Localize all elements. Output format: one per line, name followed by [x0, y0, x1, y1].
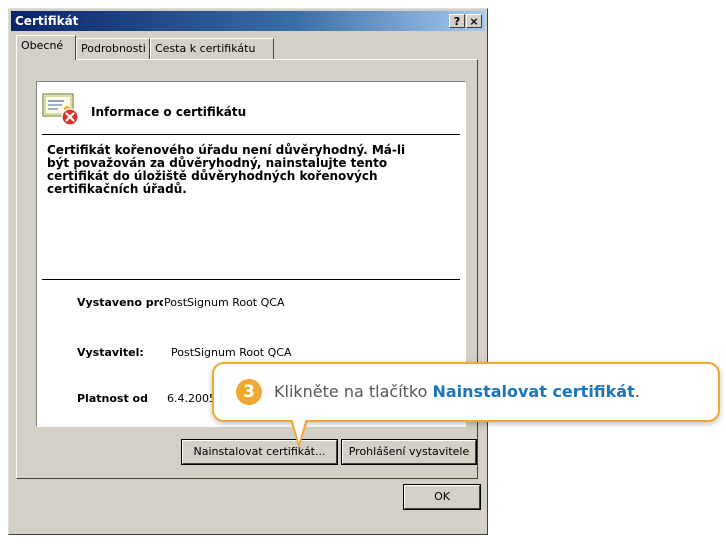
- divider-top: [42, 134, 460, 135]
- tab-details[interactable]: Podrobnosti: [76, 38, 150, 59]
- callout-text-after: .: [634, 382, 640, 401]
- window-title: Certifikát: [15, 14, 79, 28]
- title-bar[interactable]: Certifikát ? ×: [11, 11, 485, 31]
- trust-warning-text: Certifikát kořenového úřadu není důvěryh…: [47, 143, 406, 196]
- install-certificate-button[interactable]: Nainstalovat certifikát...: [181, 439, 338, 465]
- callout-instruction: Klikněte na tlačítko Nainstalovat certif…: [274, 382, 640, 401]
- issuer-statement-button[interactable]: Prohlášení vystavitele: [341, 439, 477, 465]
- ok-button[interactable]: OK: [403, 484, 481, 510]
- valid-from-label: Platnost od: [77, 392, 148, 405]
- close-button[interactable]: ×: [466, 14, 482, 28]
- issuer-value: PostSignum Root QCA: [171, 346, 292, 359]
- tab-general[interactable]: Obecné: [16, 35, 76, 60]
- divider-middle: [42, 279, 460, 280]
- callout-pointer-fill: [292, 418, 306, 443]
- issued-to-value: PostSignum Root QCA: [164, 296, 285, 309]
- valid-from-value: 6.4.2005: [167, 392, 216, 405]
- certificate-error-icon: [42, 93, 79, 126]
- step-number-badge: 3: [236, 379, 262, 405]
- help-button[interactable]: ?: [449, 14, 465, 28]
- tutorial-callout: 3 Klikněte na tlačítko Nainstalovat cert…: [212, 362, 720, 422]
- callout-text-highlight: Nainstalovat certifikát: [432, 382, 635, 401]
- callout-text-before: Klikněte na tlačítko: [274, 382, 428, 401]
- issued-to-label: Vystaveno pro:: [77, 296, 163, 309]
- info-title: Informace o certifikátu: [91, 105, 247, 119]
- tab-certification-path[interactable]: Cesta k certifikátu: [150, 38, 274, 59]
- issuer-label: Vystavitel:: [77, 346, 144, 359]
